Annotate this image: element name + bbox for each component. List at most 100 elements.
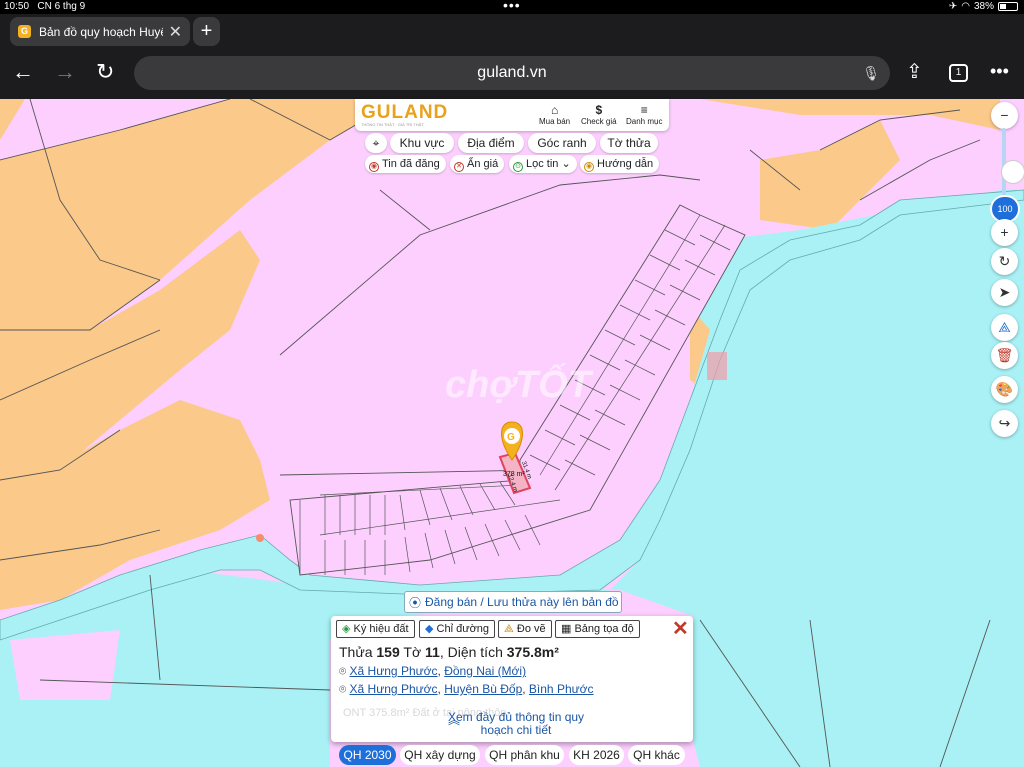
directions-button[interactable]: ◆ Chỉ đường xyxy=(419,620,496,638)
chevron-down-icon: ⌄ xyxy=(561,158,571,170)
district-link[interactable]: Huyện Bù Đốp xyxy=(444,682,522,696)
share-icon[interactable]: ⇪ xyxy=(906,59,923,84)
wifi-icon: ◠ xyxy=(961,1,970,12)
measure-icon: ⟁ xyxy=(998,319,1011,335)
battery-icon xyxy=(998,2,1018,11)
zoom-slider-handle[interactable] xyxy=(1001,160,1024,184)
status-bar: 10:50 CN 6 thg 9 ••• ✈ ◠ 38% xyxy=(0,0,1024,14)
hide-price-filter[interactable]: ✕ Ẩn giá xyxy=(450,155,505,173)
land-symbol-button[interactable]: ◈ Ký hiệu đất xyxy=(336,620,415,638)
farmland-area-top xyxy=(700,99,1000,130)
map-marker-dot xyxy=(256,534,264,542)
tab-overview-button[interactable]: 1 xyxy=(949,64,968,82)
check-price-label: Check giá xyxy=(581,117,617,126)
url-text: guland.vn xyxy=(477,64,547,81)
plus-icon: + xyxy=(1000,224,1009,240)
close-popup-icon[interactable]: ✕ xyxy=(672,619,689,639)
forward-icon[interactable]: → xyxy=(54,59,76,85)
guide-icon: ◉ xyxy=(584,162,594,172)
status-time: 10:50 CN 6 thg 9 xyxy=(4,1,86,12)
direction-icon: ◆ xyxy=(425,623,434,635)
posted-filter[interactable]: ◉ Tin đã đăng xyxy=(365,155,446,173)
zoom-level-badge: 100 xyxy=(992,197,1018,221)
posted-icon: ◉ xyxy=(369,162,379,172)
place-chip[interactable]: Địa điểm xyxy=(458,133,524,153)
guland-logo[interactable]: GULAND THÔNG TIN THẬT · GIÁ TRỊ THẬT xyxy=(361,102,448,127)
address-old: ⌾ Xã Hưng Phước, Huyện Bù Đốp, Bình Phướ… xyxy=(339,682,594,696)
plot-title: Thửa 159 Tờ 11, Diện tích 375.8m² xyxy=(339,644,559,660)
share-arrow-icon: ↪ xyxy=(998,415,1011,431)
refresh-icon: ↻ xyxy=(998,253,1011,269)
house-icon: ⌂ xyxy=(550,103,559,117)
tab-bar: G Bản đồ quy hoạch Huyện Bù Đốp ✕ + xyxy=(0,14,1024,48)
trash-icon: 🗑 xyxy=(995,347,1014,363)
post-plot-button[interactable]: ⦿ Đăng bán / Lưu thửa này lên bản đồ xyxy=(404,591,622,613)
navigation-arrow-icon: ➤ xyxy=(998,284,1011,300)
filter-icon: ⊙ xyxy=(513,162,523,172)
layer-tab-zoning[interactable]: QH phân khu xyxy=(485,745,564,765)
palette-button[interactable]: 🎨 xyxy=(991,376,1018,403)
airplane-icon: ✈ xyxy=(948,1,958,12)
multitask-dots-icon[interactable]: ••• xyxy=(503,0,521,13)
province-link[interactable]: Bình Phước xyxy=(529,682,594,696)
double-chevron-up-icon: ︽ xyxy=(448,713,461,727)
hide-icon: ✕ xyxy=(454,162,464,172)
layer-tab-construction[interactable]: QH xây dựng xyxy=(400,745,480,765)
more-options-icon[interactable]: ••• xyxy=(990,61,1009,82)
coordinate-table-button[interactable]: ▦ Bảng tọa độ xyxy=(555,620,640,638)
measure-draw-button[interactable]: ⟁ Đo vẽ xyxy=(498,620,552,638)
highlight-patch xyxy=(707,352,727,380)
back-icon[interactable]: ← xyxy=(12,59,34,85)
menu-button[interactable]: ≡ Danh mục xyxy=(626,103,662,126)
watermark-text: chợTỐT xyxy=(445,364,591,406)
location-marker-icon: G xyxy=(501,421,523,461)
province-link[interactable]: Đồng Nai (Mới) xyxy=(444,664,526,678)
dollar-icon: $ xyxy=(595,103,603,117)
hamburger-icon: ≡ xyxy=(640,103,648,117)
plot-area-label: 378 m² xyxy=(503,471,525,478)
address-bar[interactable]: guland.vn 🎙 xyxy=(134,56,890,90)
layer-tab-other[interactable]: QH khác xyxy=(628,745,685,765)
sheet-chip[interactable]: Tờ thửa xyxy=(600,133,658,153)
commune-link[interactable]: Xã Hưng Phước xyxy=(350,682,438,696)
area-chip[interactable]: Khu vực xyxy=(390,133,454,153)
navigation-bar: ← → ↻ guland.vn 🎙 ⇪ 1 ••• xyxy=(0,48,1024,99)
menu-label: Danh mục xyxy=(626,117,663,126)
table-icon: ▦ xyxy=(561,623,572,635)
zoom-in-button[interactable]: + xyxy=(991,219,1018,246)
layer-tab-kh2026[interactable]: KH 2026 xyxy=(569,745,624,765)
new-tab-button[interactable]: + xyxy=(193,17,220,46)
reload-icon[interactable]: ↻ xyxy=(96,59,114,85)
farmland-area-left xyxy=(0,99,25,140)
corner-chip[interactable]: Góc ranh xyxy=(528,133,596,153)
address-new: ⌾ Xã Hưng Phước, Đồng Nai (Mới) xyxy=(339,664,527,678)
measure-button[interactable]: ⟁ xyxy=(991,314,1018,341)
buy-sell-label: Mua bán xyxy=(539,117,571,126)
navigate-button[interactable]: ➤ xyxy=(991,279,1018,306)
minus-icon: − xyxy=(1000,107,1009,123)
guland-favicon-icon: G xyxy=(18,25,31,38)
locate-button[interactable]: ⌖ xyxy=(365,133,387,153)
zoom-out-button[interactable]: − xyxy=(991,102,1018,129)
close-tab-icon[interactable]: ✕ xyxy=(169,22,182,42)
commune-link[interactable]: Xã Hưng Phước xyxy=(350,664,438,678)
layer-tab-qh2030[interactable]: QH 2030 xyxy=(339,745,396,765)
water-strip-left xyxy=(10,630,120,700)
view-more-link[interactable]: ︽ Xem đầy đủ thông tin quy hoạch chi tiết xyxy=(446,711,586,737)
delete-button[interactable]: 🗑 xyxy=(991,342,1018,369)
crosshair-icon: ⌖ xyxy=(372,136,380,150)
plot-info-popup: ◈ Ký hiệu đất ◆ Chỉ đường ⟁ Đo vẽ ▦ Bảng… xyxy=(331,616,693,742)
location-pin-icon: ⌾ xyxy=(339,682,347,696)
microphone-icon[interactable]: 🎙 xyxy=(862,56,880,90)
palette-icon: 🎨 xyxy=(995,381,1014,397)
guide-button[interactable]: ◉ Hướng dẫn xyxy=(580,155,660,173)
filter-dropdown[interactable]: ⊙ Lọc tin ⌄ xyxy=(509,155,577,173)
buy-sell-button[interactable]: ⌂ Mua bán xyxy=(539,103,570,126)
guland-header: GULAND THÔNG TIN THẬT · GIÁ TRỊ THẬT ⌂ Mua… xyxy=(355,99,669,131)
share-map-button[interactable]: ↪ xyxy=(991,410,1018,437)
tab-title: Bản đồ quy hoạch Huyện Bù Đốp xyxy=(39,24,163,39)
browser-tab[interactable]: G Bản đồ quy hoạch Huyện Bù Đốp ✕ xyxy=(10,17,190,46)
check-price-button[interactable]: $ Check giá xyxy=(581,103,617,126)
measure-icon: ⟁ xyxy=(504,623,514,635)
refresh-button[interactable]: ↻ xyxy=(991,248,1018,275)
